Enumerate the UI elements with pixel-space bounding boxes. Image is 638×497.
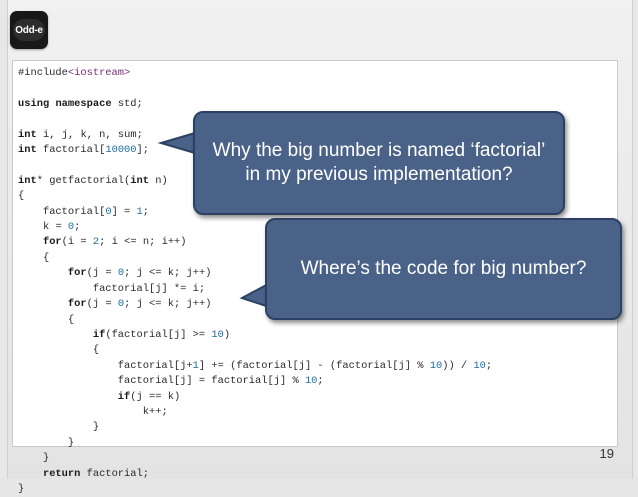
callout-1-line-2: in my previous implementation? [245, 164, 513, 185]
code-line: factorial[0] = 1; [42, 205, 150, 218]
code-line: using namespace std; [18, 97, 143, 110]
code-line: k = 0; [42, 221, 81, 234]
code-line: int* getfactorial(int n) [18, 174, 168, 187]
code-line: for(j = 0; j <= k; j++) [67, 267, 212, 280]
odd-e-logo: Odd-e [10, 11, 48, 49]
code-line: k++; [142, 405, 168, 418]
code-line: if(factorial[j] >= 10) [92, 328, 231, 341]
code-line: factorial[j+1] += (factorial[j] - (facto… [117, 359, 493, 372]
callout-2-line-1: Where’s the code for big number? [300, 258, 587, 279]
code-line: int factorial[10000]; [18, 144, 150, 157]
code-line: } [18, 436, 75, 449]
code-line: int i, j, k, n, sum; [18, 128, 143, 141]
logo-text: Odd-e [13, 19, 45, 41]
code-line: { [18, 344, 100, 357]
code-line: #include<iostream> [18, 67, 131, 79]
code-line: } [18, 421, 100, 434]
code-line: factorial[j] *= i; [92, 282, 206, 295]
code-line: { [18, 251, 50, 264]
code-line: return factorial; [42, 467, 149, 480]
page-number: 19 [599, 446, 614, 461]
code-line: factorial[j] = factorial[j] % 10; [117, 375, 324, 388]
callout-1-line-1: Why the big number is named ‘factorial’ [212, 140, 546, 161]
code-line: { [18, 313, 75, 326]
code-line: } [18, 452, 50, 465]
code-line: } [18, 482, 25, 495]
code-line: if(j == k) [117, 390, 181, 403]
code-line: for(i = 2; i <= n; i++) [42, 236, 187, 249]
code-line: { [18, 190, 25, 203]
callout-factorial-question: Why the big number is named ‘factorial’ … [193, 111, 565, 215]
code-line: for(j = 0; j <= k; j++) [67, 298, 212, 311]
callout-big-number-question: Where’s the code for big number? [265, 218, 622, 320]
